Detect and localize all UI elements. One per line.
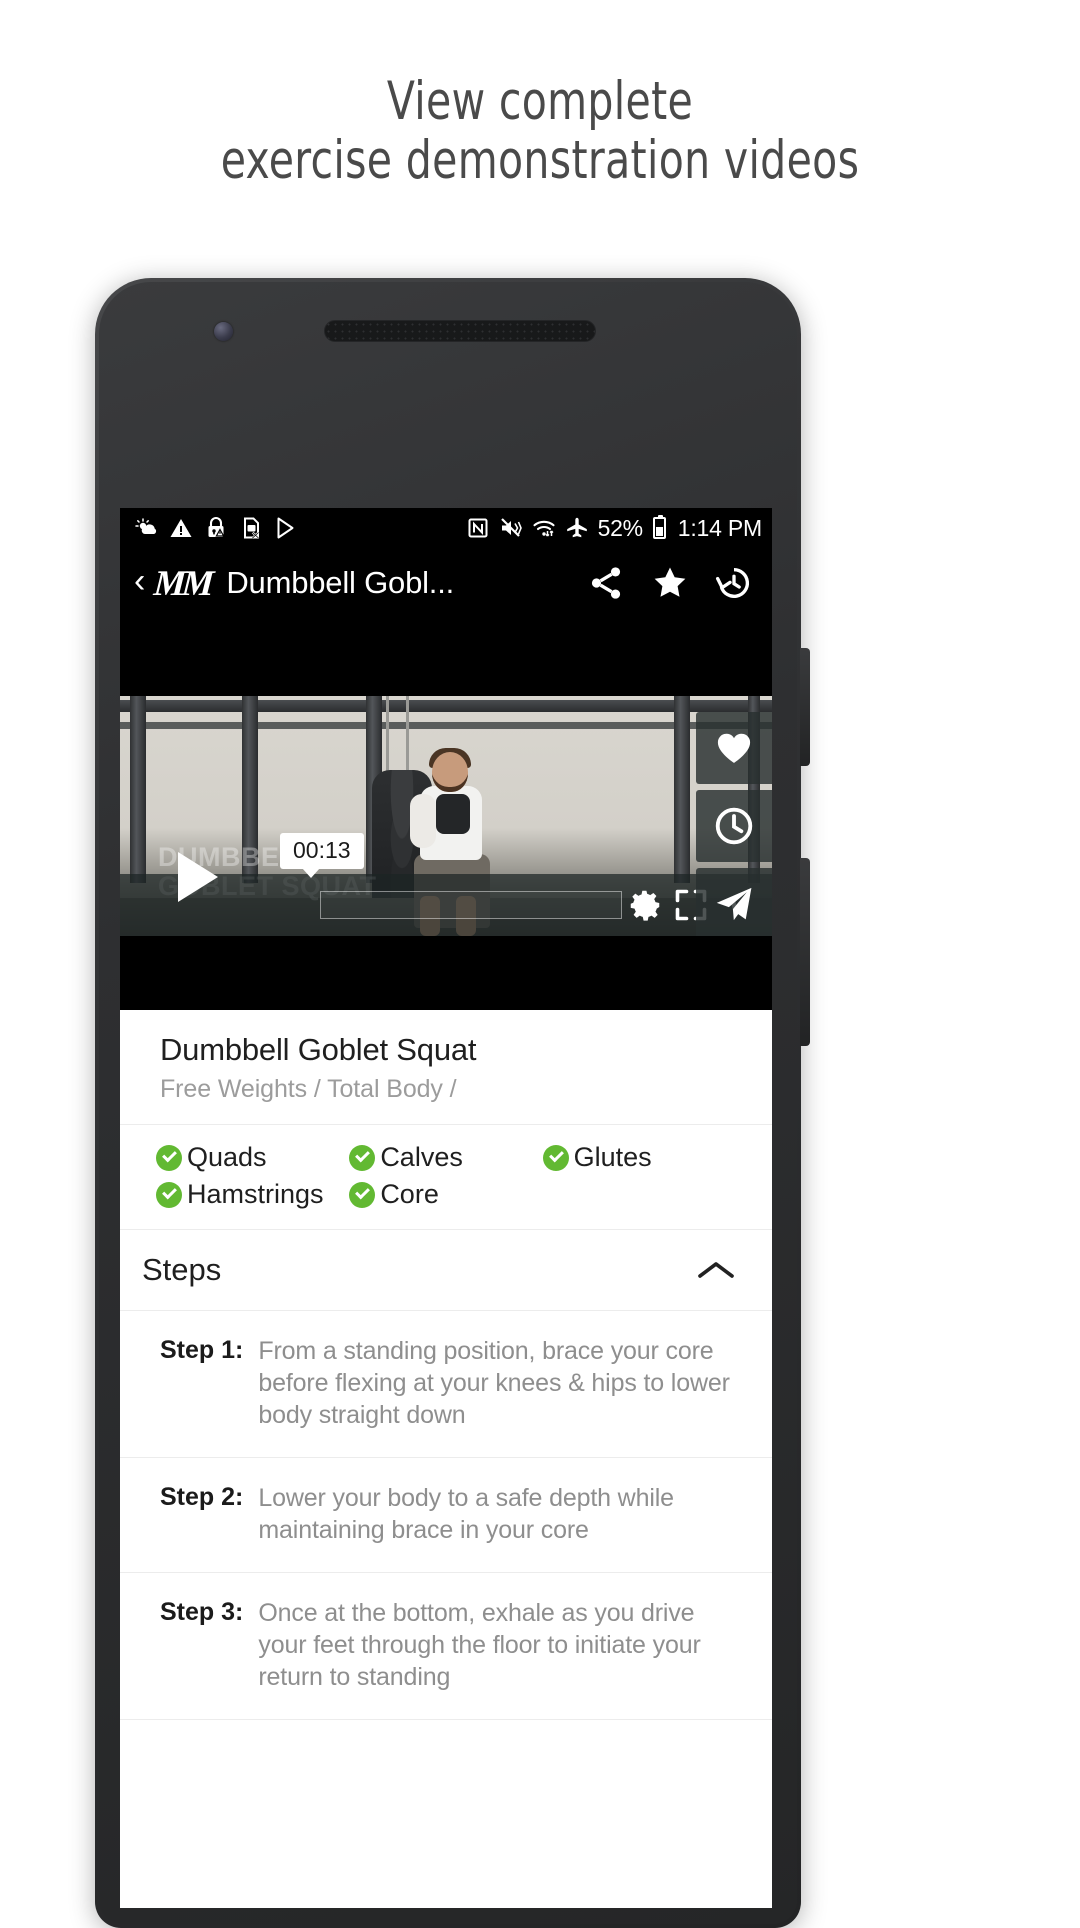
exercise-header: Dumbbell Goblet Squat Free Weights / Tot…: [120, 1010, 772, 1125]
warning-triangle-icon: [170, 519, 192, 537]
rack-post: [130, 696, 146, 884]
muscle-item: Calves: [349, 1142, 542, 1173]
muscle-label: Quads: [187, 1142, 267, 1172]
step-item: Step 2: Lower your body to a safe depth …: [120, 1458, 772, 1573]
send-button[interactable]: [696, 868, 772, 936]
status-bar: 52% 1:14 PM: [120, 508, 772, 548]
check-circle-icon: [349, 1181, 376, 1208]
star-icon: [654, 567, 686, 597]
muscle-label: Hamstrings: [187, 1179, 324, 1209]
favorite-heart-button[interactable]: [696, 712, 772, 784]
athlete-head: [432, 752, 468, 792]
app-bar: ‹ MM Dumbbell Gobl...: [120, 548, 772, 618]
exercise-name: Dumbbell Goblet Squat: [160, 1032, 477, 1067]
step-label: Step 1:: [160, 1336, 244, 1364]
send-paper-plane-icon: [716, 887, 752, 921]
phone-top-bezel: [99, 282, 797, 504]
muscle-item: Quads: [156, 1142, 349, 1173]
mute-vibrate-icon: [500, 518, 522, 537]
lock-warning-icon: [208, 517, 225, 537]
battery-icon: [652, 515, 666, 539]
dumbbell: [436, 794, 470, 834]
promo-line-1: View complete: [386, 71, 694, 132]
muscle-item: Hamstrings: [156, 1179, 349, 1210]
steps-section-header[interactable]: Steps: [120, 1230, 772, 1311]
current-time-tooltip: 00:13: [280, 833, 364, 878]
muscle-item: Core: [349, 1179, 542, 1210]
gear-icon: [630, 890, 660, 921]
status-bar-clock: 1:14 PM: [677, 514, 762, 541]
step-item: Step 3: Once at the bottom, exhale as yo…: [120, 1573, 772, 1720]
add-to-history-clock-icon: [715, 807, 753, 845]
earpiece-speaker: [324, 320, 596, 342]
nfc-icon: [468, 518, 488, 538]
play-store-icon: [277, 517, 294, 539]
play-icon[interactable]: [178, 852, 218, 902]
muscle-label: Core: [380, 1179, 439, 1209]
promo-line-2: exercise demonstration videos: [220, 130, 860, 192]
muscle-group-list: Quads Calves Glutes Hamstrings Core: [120, 1125, 772, 1230]
muscle-label: Glutes: [573, 1142, 652, 1172]
rack-post: [674, 696, 690, 884]
phone-screen: 52% 1:14 PM ‹ MM Dumbbell Gobl... DUMBBE…: [120, 508, 772, 1908]
seek-bar[interactable]: [320, 891, 622, 919]
muscle-label: Calves: [380, 1142, 463, 1172]
battery-percent: 52%: [597, 514, 643, 541]
share-icon: [591, 567, 621, 599]
airplane-mode-icon: [566, 517, 587, 538]
muscle-item: Glutes: [542, 1142, 736, 1173]
check-circle-icon: [349, 1144, 376, 1171]
athlete-arm: [410, 794, 436, 848]
video-top-letterbox: [120, 618, 772, 696]
step-label: Step 3:: [160, 1598, 244, 1626]
step-text: Once at the bottom, exhale as you drive …: [258, 1599, 701, 1691]
back-chevron-icon[interactable]: ‹: [130, 564, 154, 602]
chevron-up-icon[interactable]: [694, 1256, 738, 1284]
step-item: Step 1: From a standing position, brace …: [120, 1311, 772, 1458]
video-action-rail: [696, 712, 772, 936]
check-circle-icon: [156, 1181, 182, 1208]
share-button[interactable]: [574, 564, 638, 602]
status-bar-left-icons: [134, 516, 466, 540]
settings-button[interactable]: [622, 886, 668, 924]
favorite-button[interactable]: [638, 564, 702, 602]
wifi-transfer-icon: [533, 520, 555, 537]
app-logo: MM: [152, 563, 212, 603]
power-button[interactable]: [800, 858, 810, 1046]
status-bar-right-icons: 52% 1:14 PM: [466, 515, 762, 542]
video-player[interactable]: DUMBBELL GOBLET SQUAT 00:13: [120, 696, 772, 936]
favorite-heart-icon: [717, 733, 751, 763]
phone-mockup: 52% 1:14 PM ‹ MM Dumbbell Gobl... DUMBBE…: [95, 278, 810, 1928]
volume-button[interactable]: [800, 648, 810, 766]
sim-card-error-icon: [244, 517, 260, 539]
check-circle-icon: [156, 1144, 182, 1171]
seek-bar-wrapper[interactable]: 00:13: [280, 833, 622, 919]
exercise-detail-sheet: Dumbbell Goblet Squat Free Weights / Tot…: [120, 1010, 772, 1720]
exercise-breadcrumb: Free Weights / Total Body /: [160, 1075, 457, 1103]
add-to-history-button[interactable]: [696, 790, 772, 862]
check-circle-icon: [542, 1144, 569, 1171]
video-bottom-letterbox: [120, 936, 772, 1010]
steps-heading: Steps: [142, 1252, 222, 1287]
cable: [386, 696, 389, 774]
history-button[interactable]: [702, 563, 766, 603]
step-text: Lower your body to a safe depth while ma…: [258, 1484, 674, 1544]
page-title: Dumbbell Gobl...: [226, 565, 455, 600]
step-text: From a standing position, brace your cor…: [258, 1337, 730, 1429]
promo-headline: View complete exercise demonstration vid…: [76, 72, 1005, 191]
phone-body: 52% 1:14 PM ‹ MM Dumbbell Gobl... DUMBBE…: [99, 282, 797, 1924]
history-clock-icon: [716, 567, 750, 598]
front-camera: [214, 322, 233, 341]
weather-partly-sunny-icon: [135, 518, 157, 534]
step-label: Step 2:: [160, 1483, 244, 1511]
